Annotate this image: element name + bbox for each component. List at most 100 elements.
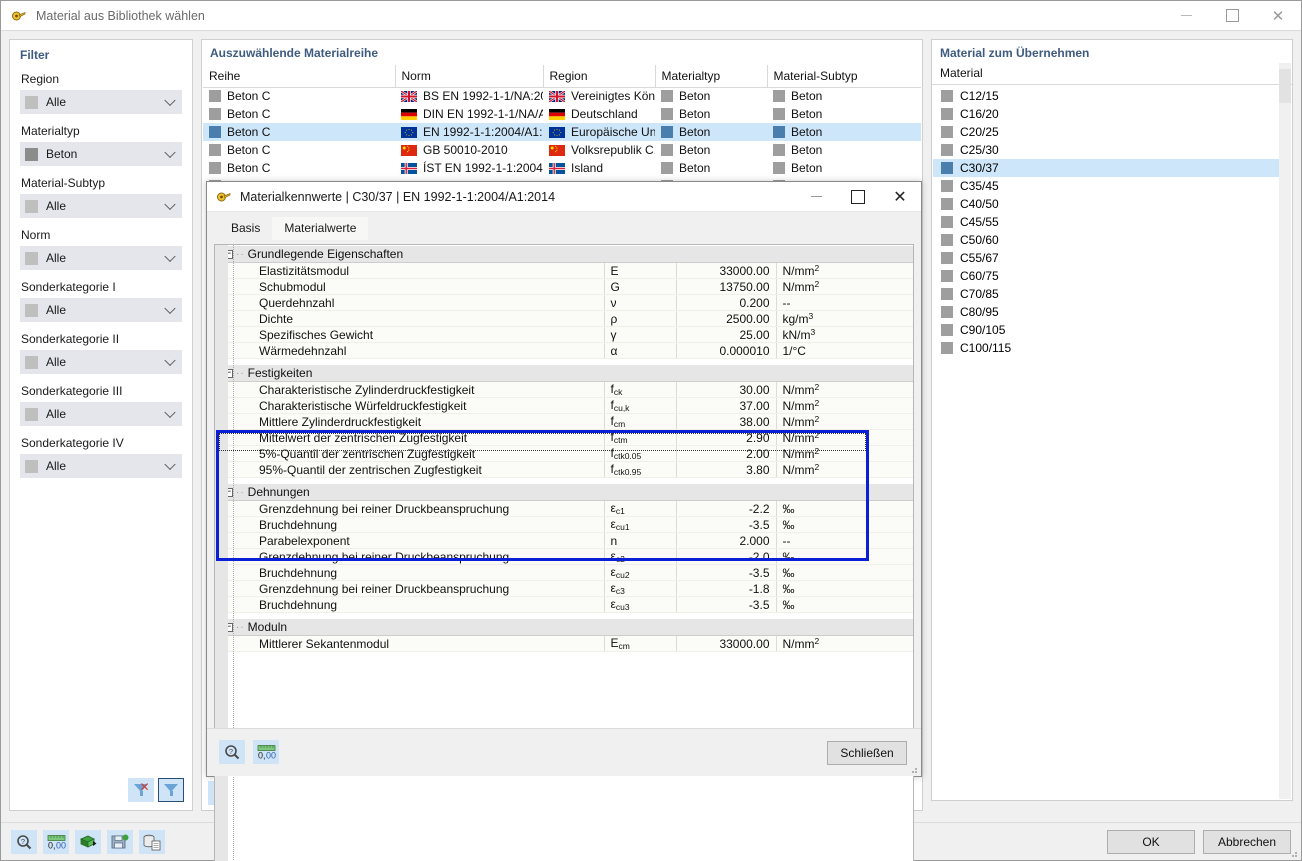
- inner-resize-grip[interactable]: [908, 764, 918, 774]
- resize-grip[interactable]: [1288, 848, 1298, 858]
- inner-close-dialog-button[interactable]: Schließen: [827, 741, 907, 765]
- property-row[interactable]: Querdehnzahl ν 0.200 --: [215, 294, 913, 311]
- property-row[interactable]: Mittelwert der zentrischen Zugfestigkeit…: [215, 429, 913, 446]
- list-item[interactable]: C45/55: [933, 213, 1279, 231]
- property-value[interactable]: 2.000: [675, 532, 776, 549]
- property-row[interactable]: Grenzdehnung bei reiner Druckbeanspruchu…: [215, 580, 913, 597]
- inner-minimize-button[interactable]: [795, 182, 837, 212]
- inner-close-button[interactable]: ✕: [879, 182, 921, 212]
- property-value[interactable]: 2.00: [675, 445, 776, 462]
- units-tool-button[interactable]: 0, 00: [43, 830, 69, 854]
- property-value[interactable]: 2500.00: [675, 310, 776, 327]
- property-value[interactable]: -2.2: [675, 500, 776, 517]
- property-row[interactable]: Bruchdehnung εcu2 -3.5 ‰: [215, 564, 913, 581]
- property-value[interactable]: 3.80: [675, 461, 776, 478]
- scrollbar-thumb[interactable]: [1279, 69, 1291, 103]
- list-item[interactable]: C100/115: [933, 339, 1279, 357]
- grid-column-header[interactable]: Materialtyp: [655, 65, 768, 88]
- tab-basis[interactable]: Basis: [219, 217, 272, 240]
- list-item[interactable]: C40/50: [933, 195, 1279, 213]
- property-row[interactable]: Schubmodul G 13750.00 N/mm2: [215, 278, 913, 295]
- property-row[interactable]: 95%-Quantil der zentrischen Zugfestigkei…: [215, 461, 913, 478]
- grid-column-header[interactable]: Material-Subtyp: [767, 65, 921, 88]
- property-value[interactable]: 13750.00: [675, 278, 776, 295]
- property-row[interactable]: Charakteristische Zylinderdruckfestigkei…: [215, 381, 913, 398]
- property-row[interactable]: Grenzdehnung bei reiner Druckbeanspruchu…: [215, 500, 913, 517]
- close-button[interactable]: ✕: [1255, 1, 1301, 31]
- list-item[interactable]: C30/37: [933, 159, 1279, 177]
- property-row[interactable]: Elastizitätsmodul E 33000.00 N/mm2: [215, 262, 913, 279]
- list-item[interactable]: C35/45: [933, 177, 1279, 195]
- apply-filter-button[interactable]: [158, 778, 184, 802]
- property-row[interactable]: Mittlerer Sekantenmodul Ecm 33000.00 N/mm2: [215, 635, 913, 652]
- property-row[interactable]: Bruchdehnung εcu3 -3.5 ‰: [215, 596, 913, 613]
- filter-combo-2[interactable]: Alle: [20, 194, 182, 218]
- property-row[interactable]: Bruchdehnung εcu1 -3.5 ‰: [215, 516, 913, 533]
- property-value[interactable]: -3.5: [675, 596, 776, 613]
- property-value[interactable]: -3.5: [675, 516, 776, 533]
- list-item[interactable]: C90/105: [933, 321, 1279, 339]
- property-row[interactable]: Dichte ρ 2500.00 kg/m3: [215, 310, 913, 327]
- save-tool-button[interactable]: [107, 830, 133, 854]
- ok-button[interactable]: OK: [1107, 830, 1195, 854]
- list-item[interactable]: C12/15: [933, 87, 1279, 105]
- material-list-scrollbar[interactable]: [1279, 63, 1291, 799]
- grid-column-header[interactable]: Region: [543, 65, 656, 88]
- filter-combo-7[interactable]: Alle: [20, 454, 182, 478]
- tab-materialwerte[interactable]: Materialwerte: [272, 217, 369, 240]
- property-value[interactable]: 38.00: [675, 413, 776, 430]
- property-value[interactable]: 33000.00: [675, 635, 776, 652]
- property-value[interactable]: 0.200: [675, 294, 776, 311]
- list-item[interactable]: C55/67: [933, 249, 1279, 267]
- clear-filter-button[interactable]: ✕: [128, 778, 154, 802]
- property-value[interactable]: 0.000010: [675, 342, 776, 359]
- list-item[interactable]: C20/25: [933, 123, 1279, 141]
- maximize-button[interactable]: [1209, 1, 1255, 31]
- list-item[interactable]: C16/20: [933, 105, 1279, 123]
- property-row[interactable]: Grenzdehnung bei reiner Druckbeanspruchu…: [215, 548, 913, 565]
- database-tool-button[interactable]: [139, 830, 165, 854]
- table-row[interactable]: Beton C ÍST EN 1992-1-1:2004/... Island Bet…: [203, 159, 921, 177]
- property-row[interactable]: Wärmedehnzahl α 0.000010 1/°C: [215, 342, 913, 359]
- property-row[interactable]: Spezifisches Gewicht γ 25.00 kN/m3: [215, 326, 913, 343]
- table-row[interactable]: Beton CBS EN 1992-1-1/NA:20...Vereinigte…: [203, 87, 921, 105]
- property-value[interactable]: -2.0: [675, 548, 776, 565]
- list-item[interactable]: C60/75: [933, 267, 1279, 285]
- list-item[interactable]: C25/30: [933, 141, 1279, 159]
- list-item[interactable]: C50/60: [933, 231, 1279, 249]
- inner-help-button[interactable]: ?: [219, 740, 245, 764]
- filter-combo-1[interactable]: Beton: [20, 142, 182, 166]
- table-row[interactable]: Beton CEN 1992-1-1:2004/A1:2...Europäisc…: [203, 123, 921, 141]
- filter-combo-5[interactable]: Alle: [20, 350, 182, 374]
- property-row[interactable]: Charakteristische Würfeldruckfestigkeit f…: [215, 397, 913, 414]
- filter-combo-0[interactable]: Alle: [20, 90, 182, 114]
- filter-combo-6[interactable]: Alle: [20, 402, 182, 426]
- filter-combo-4[interactable]: Alle: [20, 298, 182, 322]
- property-group-header[interactable]: − ·· Festigkeiten: [215, 364, 913, 382]
- property-value[interactable]: 25.00: [675, 326, 776, 343]
- filter-combo-3[interactable]: Alle: [20, 246, 182, 270]
- table-row[interactable]: Beton CDIN EN 1992-1-1/NA/A...Deutschlan…: [203, 105, 921, 123]
- help-tool-button[interactable]: ?: [11, 830, 37, 854]
- table-row[interactable]: Beton C GB 50010-2010 Volksrepublik C... Be…: [203, 141, 921, 159]
- property-group-header[interactable]: − ·· Moduln: [215, 618, 913, 636]
- property-row[interactable]: Mittlere Zylinderdruckfestigkeit fcm 38.00…: [215, 413, 913, 430]
- property-group-header[interactable]: − ·· Dehnungen: [215, 483, 913, 501]
- grid-column-header[interactable]: Reihe: [203, 65, 396, 88]
- property-row[interactable]: Parabelexponent n 2.000 --: [215, 532, 913, 549]
- property-value[interactable]: -1.8: [675, 580, 776, 597]
- cancel-button[interactable]: Abbrechen: [1203, 830, 1291, 854]
- property-value[interactable]: 30.00: [675, 381, 776, 398]
- property-group-header[interactable]: − ·· Grundlegende Eigenschaften: [215, 245, 913, 263]
- property-value[interactable]: 37.00: [675, 397, 776, 414]
- property-row[interactable]: 5%-Quantil der zentrischen Zugfestigkeit…: [215, 445, 913, 462]
- minimize-button[interactable]: [1163, 1, 1209, 31]
- list-item[interactable]: C80/95: [933, 303, 1279, 321]
- material-list[interactable]: C12/15 C16/20 C20/25 C25/30 C30/37 C35/45 C40/…: [933, 87, 1279, 799]
- property-value[interactable]: 33000.00: [675, 262, 776, 279]
- property-value[interactable]: 2.90: [675, 429, 776, 446]
- list-item[interactable]: C70/85: [933, 285, 1279, 303]
- inner-maximize-button[interactable]: [837, 182, 879, 212]
- grid-column-header[interactable]: Norm: [395, 65, 544, 88]
- import-tool-button[interactable]: [75, 830, 101, 854]
